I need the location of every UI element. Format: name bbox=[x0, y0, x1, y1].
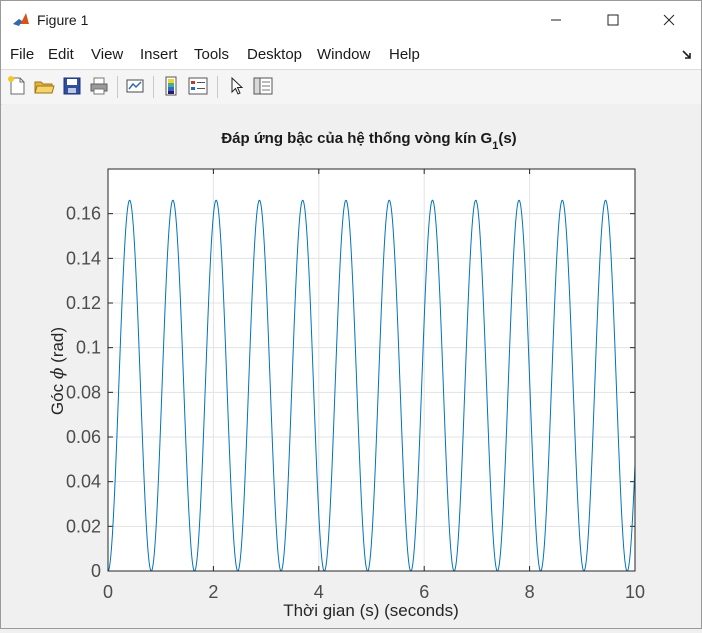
y-tick-labels: 0 0.02 0.04 0.06 0.08 0.1 0.12 0.14 0.16 bbox=[66, 204, 101, 581]
menu-insert[interactable]: Insert bbox=[140, 46, 178, 63]
link-plot-icon[interactable] bbox=[124, 75, 146, 97]
x-tick-label: 2 bbox=[208, 582, 218, 602]
y-tick-label: 0.06 bbox=[66, 427, 101, 447]
toolbar-separator bbox=[217, 76, 218, 98]
chart-svg[interactable]: Đáp ứng bậc của hệ thống vòng kín G1(s) … bbox=[2, 104, 701, 628]
minimize-icon bbox=[551, 19, 561, 21]
close-icon bbox=[663, 14, 675, 26]
figure-canvas: Đáp ứng bậc của hệ thống vòng kín G1(s) … bbox=[2, 104, 701, 628]
figure-window: Figure 1 File Edit View Insert Tools Des… bbox=[0, 0, 702, 629]
x-tick-label: 10 bbox=[625, 582, 645, 602]
plot-area[interactable] bbox=[108, 169, 635, 571]
chart-title: Đáp ứng bậc của hệ thống vòng kín G1(s) bbox=[221, 130, 516, 152]
dock-arrow-icon[interactable] bbox=[681, 48, 693, 60]
y-tick-label: 0.16 bbox=[66, 204, 101, 224]
x-tick-label: 6 bbox=[419, 582, 429, 602]
menu-edit[interactable]: Edit bbox=[48, 46, 74, 63]
y-tick-label: 0.02 bbox=[66, 516, 101, 536]
menu-tools[interactable]: Tools bbox=[194, 46, 229, 63]
y-tick-label: 0 bbox=[91, 561, 101, 581]
insert-legend-icon[interactable] bbox=[187, 75, 209, 97]
x-tick-label: 4 bbox=[314, 582, 324, 602]
y-tick-label: 0.1 bbox=[76, 338, 101, 358]
y-tick-label: 0.08 bbox=[66, 382, 101, 402]
menu-desktop[interactable]: Desktop bbox=[247, 46, 302, 63]
maximize-button[interactable] bbox=[590, 1, 636, 39]
chart-title-main: Đáp ứng bậc của hệ thống vòng kín G bbox=[221, 130, 492, 147]
toolbar-separator bbox=[153, 76, 154, 98]
y-tick-label: 0.12 bbox=[66, 293, 101, 313]
menu-file[interactable]: File bbox=[10, 46, 34, 63]
close-button[interactable] bbox=[646, 1, 692, 39]
edit-plot-icon[interactable] bbox=[225, 75, 247, 97]
property-inspector-icon[interactable] bbox=[252, 75, 274, 97]
y-tick-label: 0.04 bbox=[66, 472, 101, 492]
menu-bar: File Edit View Insert Tools Desktop Wind… bbox=[1, 39, 701, 69]
new-figure-icon[interactable] bbox=[6, 75, 28, 97]
x-tick-label: 0 bbox=[103, 582, 113, 602]
toolbar-separator bbox=[117, 76, 118, 98]
y-axis-label-prefix: Góc bbox=[48, 379, 67, 415]
menu-help[interactable]: Help bbox=[389, 46, 420, 63]
title-bar[interactable]: Figure 1 bbox=[1, 1, 701, 39]
open-file-icon[interactable] bbox=[33, 75, 55, 97]
x-axis-label: Thời gian (s) (seconds) bbox=[283, 601, 459, 620]
insert-colorbar-icon[interactable] bbox=[160, 75, 182, 97]
y-axis-label: Góc ϕ (rad) bbox=[48, 327, 68, 415]
y-tick-label: 0.14 bbox=[66, 248, 101, 268]
toolbar bbox=[1, 69, 701, 105]
x-tick-labels: 0 2 4 6 8 10 bbox=[103, 582, 645, 602]
maximize-icon bbox=[607, 14, 619, 26]
x-tick-label: 8 bbox=[525, 582, 535, 602]
minimize-button[interactable] bbox=[533, 1, 579, 39]
print-icon[interactable] bbox=[88, 75, 110, 97]
save-icon[interactable] bbox=[61, 75, 83, 97]
y-axis-label-suffix: (rad) bbox=[48, 327, 67, 368]
y-axis-label-symbol: ϕ bbox=[48, 367, 68, 379]
window-title: Figure 1 bbox=[37, 12, 89, 28]
menu-window[interactable]: Window bbox=[317, 46, 370, 63]
menu-view[interactable]: View bbox=[91, 46, 123, 63]
chart-title-tail: (s) bbox=[498, 130, 516, 147]
matlab-logo-icon bbox=[11, 10, 31, 30]
